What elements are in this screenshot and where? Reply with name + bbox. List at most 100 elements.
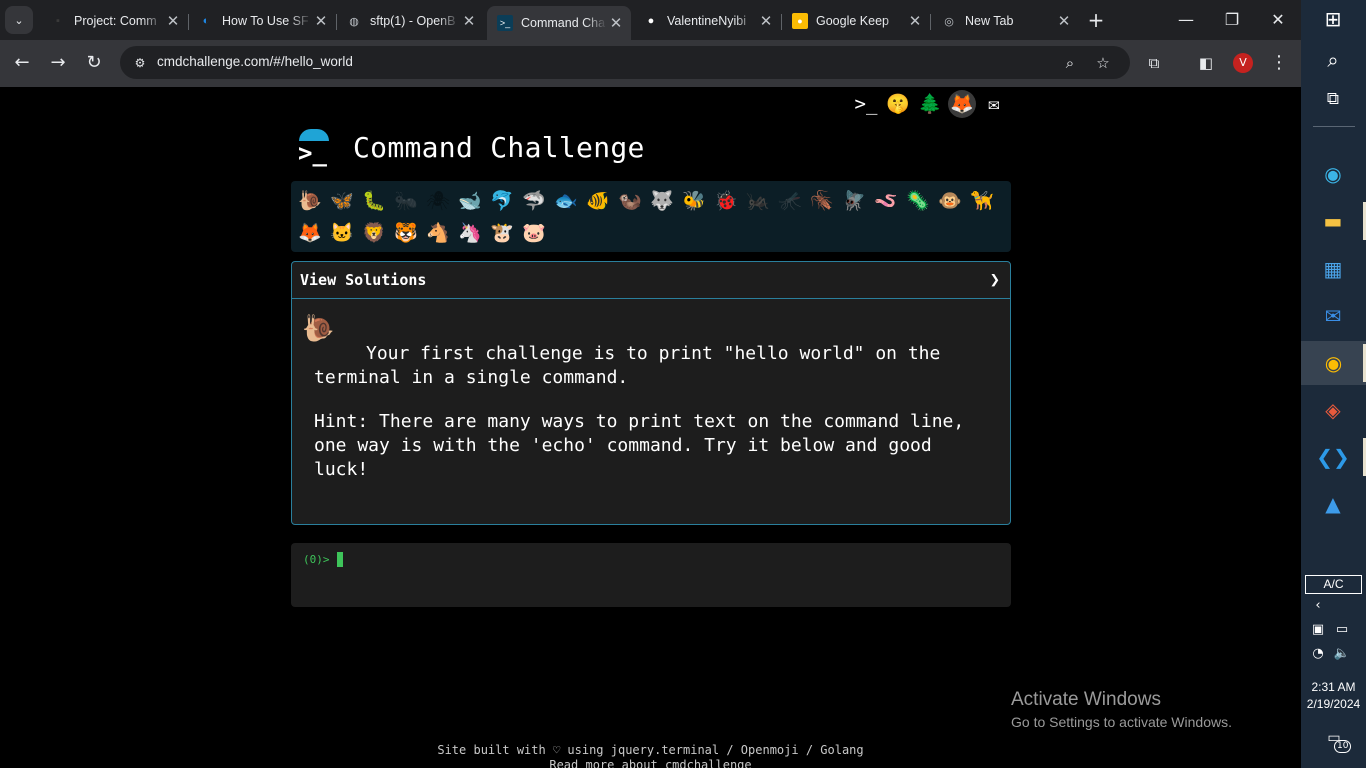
- challenge-lion-icon[interactable]: 🦁: [358, 217, 390, 249]
- reload-icon: ↻: [86, 52, 102, 73]
- volume-icon[interactable]: 🔈: [1330, 646, 1354, 661]
- forward-button[interactable]: →: [44, 49, 72, 77]
- ubuntu-app[interactable]: ◈: [1314, 391, 1352, 429]
- menu-button[interactable]: ⋮: [1265, 49, 1293, 77]
- reload-button[interactable]: ↻: [80, 49, 108, 77]
- challenge-cricket-icon[interactable]: 🦗: [742, 185, 774, 217]
- side-panel-button[interactable]: ◧: [1192, 49, 1220, 77]
- close-window-button[interactable]: ✕: [1255, 6, 1301, 34]
- start-button[interactable]: ⊞: [1314, 0, 1352, 38]
- site-info-icon[interactable]: ⚙: [130, 53, 150, 73]
- challenge-caterpillar-icon[interactable]: 🐛: [358, 185, 390, 217]
- new-tab-button[interactable]: +: [1083, 8, 1109, 34]
- system-clock[interactable]: 2:31 AM 2/19/2024: [1301, 679, 1366, 713]
- challenge-ant-icon[interactable]: 🐜: [390, 185, 422, 217]
- challenge-fox-icon[interactable]: 🦊: [294, 217, 326, 249]
- ac-badge[interactable]: A/C: [1305, 575, 1362, 594]
- meet-now-icon[interactable]: ▣: [1306, 622, 1330, 637]
- tab-new-tab[interactable]: ◎ New Tab ✕: [931, 6, 1079, 36]
- challenge-monkey-icon[interactable]: 🐵: [934, 185, 966, 217]
- chrome-app[interactable]: ◉: [1301, 341, 1366, 385]
- challenge-microbe-icon[interactable]: 🦠: [902, 185, 934, 217]
- challenge-whale-icon[interactable]: 🐋: [454, 185, 486, 217]
- keep-icon: ●: [792, 13, 808, 29]
- challenge-cat-icon[interactable]: 🐱: [326, 217, 358, 249]
- challenge-horse-icon[interactable]: 🐴: [422, 217, 454, 249]
- emoji-icon[interactable]: 🤫: [884, 90, 912, 118]
- activate-windows-watermark: Activate Windows Go to Settings to activ…: [1011, 689, 1232, 730]
- watermark-title: Activate Windows: [1011, 689, 1161, 710]
- edge-app[interactable]: ◉: [1314, 155, 1352, 193]
- back-button[interactable]: ←: [8, 49, 36, 77]
- challenge-snail-icon[interactable]: 🐌: [294, 185, 326, 217]
- challenge-shark-icon[interactable]: 🦈: [518, 185, 550, 217]
- challenge-card: View Solutions ❯ 🐌 Your first challenge …: [291, 261, 1011, 525]
- close-icon[interactable]: ✕: [164, 12, 182, 30]
- challenge-cow-icon[interactable]: 🐮: [486, 217, 518, 249]
- zoom-icon[interactable]: ⌕: [1058, 51, 1082, 75]
- minimize-button[interactable]: —: [1163, 6, 1209, 34]
- tab-github[interactable]: ● ValentineNyibi ✕: [633, 6, 781, 36]
- file-explorer-app[interactable]: ▬: [1314, 202, 1352, 240]
- challenge-otter-icon[interactable]: 🦦: [614, 185, 646, 217]
- url-text[interactable]: cmdchallenge.com/#/hello_world: [157, 54, 353, 69]
- challenge-dolphin-icon[interactable]: 🐬: [486, 185, 518, 217]
- close-icon[interactable]: ✕: [312, 12, 330, 30]
- bookmark-star-icon[interactable]: ☆: [1091, 51, 1115, 75]
- challenge-dog-icon[interactable]: 🦮: [966, 185, 998, 217]
- challenge-mosquito-icon[interactable]: 🦟: [774, 185, 806, 217]
- address-bar[interactable]: ⚙ cmdchallenge.com/#/hello_world ⌕ ☆: [120, 46, 1130, 79]
- challenge-selector: 🐌 🦋 🐛 🐜 🕷 🐋 🐬 🦈 🐟 🐠 🦦 🐺 🐝 🐞 🦗 🦟 🪳 🪰 🪱 🦠 🐵 🦮 🦊 🐱 🦁 🐯 🐴 🦄 🐮 🐷: [291, 181, 1011, 252]
- extensions-button[interactable]: ⧉: [1140, 49, 1168, 77]
- snail-icon: 🐌: [302, 314, 335, 344]
- terminal[interactable]: (0)>: [291, 543, 1011, 607]
- action-center-button[interactable]: ▭ 10: [1322, 730, 1352, 753]
- vscode-app[interactable]: ❮❯: [1314, 438, 1352, 476]
- challenge-bee-icon[interactable]: 🐝: [678, 185, 710, 217]
- mail-app[interactable]: ✉: [1314, 297, 1352, 335]
- folder-icon: ▬: [1323, 209, 1343, 233]
- profile-avatar[interactable]: V: [1233, 53, 1253, 73]
- mail-icon[interactable]: ✉: [980, 90, 1008, 118]
- close-icon[interactable]: ✕: [906, 12, 924, 30]
- restore-button[interactable]: ❐: [1209, 6, 1255, 34]
- tab-command-challenge[interactable]: >_ Command Cha ✕: [487, 6, 631, 40]
- tab-search-button[interactable]: ⌄: [5, 6, 33, 34]
- close-icon[interactable]: ✕: [607, 14, 625, 32]
- footer-read-more-link[interactable]: Read more about cmdchallenge: [0, 758, 1301, 768]
- wifi-icon[interactable]: ◔: [1306, 646, 1330, 661]
- challenge-fish-icon[interactable]: 🐟: [550, 185, 582, 217]
- view-solutions-header[interactable]: View Solutions ❯: [292, 262, 1010, 299]
- terminal-cursor: [336, 552, 343, 567]
- task-view-button[interactable]: ⧉: [1314, 80, 1352, 118]
- logo[interactable]: >_: [296, 129, 332, 165]
- tab-google-keep[interactable]: ● Google Keep ✕: [782, 6, 930, 36]
- gitlab-icon[interactable]: 🦊: [948, 90, 976, 118]
- challenge-worm-icon[interactable]: 🪱: [870, 185, 902, 217]
- search-button[interactable]: ⌕: [1314, 41, 1352, 79]
- challenge-tropical-fish-icon[interactable]: 🐠: [582, 185, 614, 217]
- challenge-tiger-icon[interactable]: 🐯: [390, 217, 422, 249]
- tree-icon[interactable]: 🌲: [916, 90, 944, 118]
- challenge-wolf-icon[interactable]: 🐺: [646, 185, 678, 217]
- close-icon[interactable]: ✕: [757, 12, 775, 30]
- challenge-cockroach-icon[interactable]: 🪳: [806, 185, 838, 217]
- close-icon[interactable]: ✕: [460, 12, 478, 30]
- challenge-fly-icon[interactable]: 🪰: [838, 185, 870, 217]
- show-hidden-icons[interactable]: ‹: [1306, 598, 1330, 613]
- terminal-icon[interactable]: >_: [852, 90, 880, 118]
- chevron-right-icon[interactable]: ❯: [990, 270, 1000, 290]
- challenge-unicorn-icon[interactable]: 🦄: [454, 217, 486, 249]
- tab-sftp-man[interactable]: ◍ sftp(1) - OpenB ✕: [336, 6, 484, 36]
- terminal-prompt-line[interactable]: (0)>: [303, 552, 343, 567]
- challenge-pig-icon[interactable]: 🐷: [518, 217, 550, 249]
- close-icon[interactable]: ✕: [1055, 12, 1073, 30]
- photos-app[interactable]: ▲: [1314, 485, 1352, 523]
- challenge-ladybug-icon[interactable]: 🐞: [710, 185, 742, 217]
- challenge-butterfly-icon[interactable]: 🦋: [326, 185, 358, 217]
- challenge-spider-icon[interactable]: 🕷: [422, 185, 454, 217]
- tab-how-to-use-sftp[interactable]: ◐ How To Use SF ✕: [188, 6, 336, 36]
- store-app[interactable]: ▦: [1314, 250, 1352, 288]
- tab-project[interactable]: ▪ Project: Comm ✕: [40, 6, 188, 36]
- battery-icon[interactable]: ▭: [1330, 622, 1354, 637]
